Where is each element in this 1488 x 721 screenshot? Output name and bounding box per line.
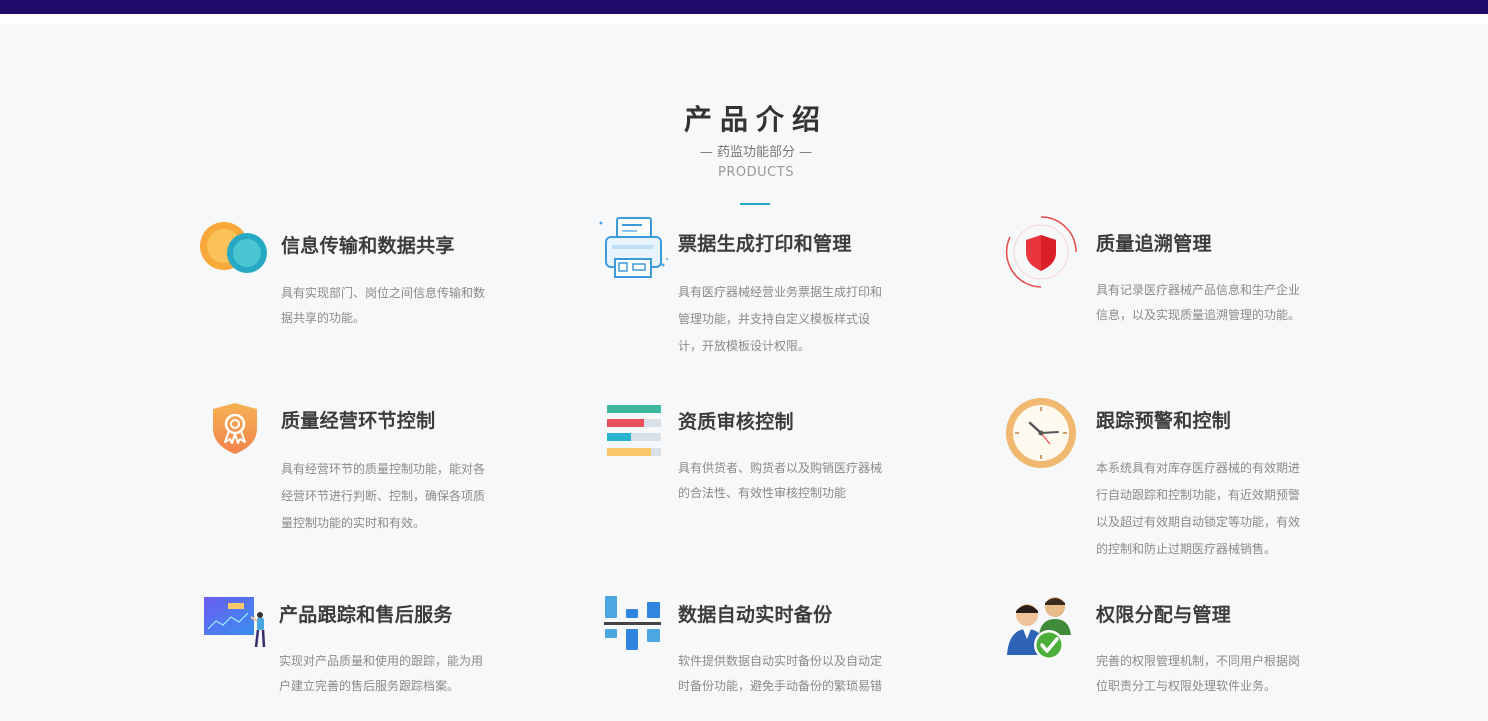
feature-description: 实现对产品质量和使用的跟踪，能为用户建立完善的售后服务跟踪档案。 bbox=[279, 654, 484, 693]
feature-title: 质量经营环节控制 bbox=[281, 410, 436, 432]
feature-description: 软件提供数据自动实时备份以及自动定时备份功能，避免手动备份的繁琐易错 bbox=[678, 654, 883, 693]
section-underline bbox=[740, 203, 770, 205]
clock-icon bbox=[1004, 396, 1076, 468]
feature-card-data-backup: 数据自动实时备份 软件提供数据自动实时备份以及自动定时备份功能，避免手动备份的繁… bbox=[604, 595, 964, 705]
feature-description: 完善的权限管理机制，不同用户根据岗位职责分工与权限处理软件业务。 bbox=[1096, 654, 1301, 693]
circles-icon bbox=[200, 218, 272, 290]
feature-card-quality-control: 质量经营环节控制 具有经营环节的质量控制功能，能对各经营环节进行判断、控制，确保… bbox=[210, 402, 570, 542]
feature-card-tracking-alert: 跟踪预警和控制 本系统具有对库存医疗器械的有效期进行自动跟踪和控制功能，有近效期… bbox=[1004, 396, 1364, 566]
feature-description: 本系统具有对库存医疗器械的有效期进行自动跟踪和控制功能，有近效期预警以及超过有效… bbox=[1096, 461, 1301, 556]
section-subtitle: — 药监功能部分 — bbox=[699, 145, 813, 160]
feature-title: 质量追溯管理 bbox=[1096, 233, 1212, 255]
feature-title: 权限分配与管理 bbox=[1096, 604, 1232, 626]
printer-icon bbox=[597, 215, 669, 287]
users-check-icon bbox=[1005, 595, 1077, 667]
feature-description: 具有供货者、购货者以及购销医疗器械的合法性、有效性审核控制功能 bbox=[678, 461, 883, 500]
top-nav-bar bbox=[0, 0, 1488, 14]
feature-card-receipt-printing: 票据生成打印和管理 具有医疗器械经营业务票据生成打印和管理功能，并支持自定义模板… bbox=[597, 215, 957, 355]
feature-card-after-sales: 产品跟踪和售后服务 实现对产品质量和使用的跟踪，能为用户建立完善的售后服务跟踪档… bbox=[203, 595, 563, 705]
feature-title: 产品跟踪和售后服务 bbox=[279, 604, 453, 626]
bar-list-icon bbox=[606, 404, 678, 476]
feature-card-info-sharing: 信息传输和数据共享 具有实现部门、岗位之间信息传输和数据共享的功能。 bbox=[200, 218, 560, 338]
feature-card-qualification-review: 资质审核控制 具有供货者、购货者以及购销医疗器械的合法性、有效性审核控制功能 bbox=[606, 404, 966, 514]
feature-description: 具有记录医疗器械产品信息和生产企业信息，以及实现质量追溯管理的功能。 bbox=[1096, 283, 1301, 322]
header-divider bbox=[0, 14, 1488, 24]
section-title: 产品介绍 bbox=[683, 103, 828, 136]
feature-description: 具有医疗器械经营业务票据生成打印和管理功能，并支持自定义模板样式设计，开放模板设… bbox=[678, 285, 883, 353]
feature-title: 票据生成打印和管理 bbox=[678, 233, 852, 255]
presentation-chart-icon bbox=[203, 595, 275, 667]
shield-icon bbox=[1004, 215, 1077, 288]
backup-blocks-icon bbox=[604, 595, 676, 667]
section-subtitle-en: PRODUCTS bbox=[718, 165, 794, 180]
feature-title: 跟踪预警和控制 bbox=[1096, 410, 1232, 432]
award-badge-icon bbox=[210, 402, 282, 474]
feature-description: 具有经营环节的质量控制功能，能对各经营环节进行判断、控制，确保各项质量控制功能的… bbox=[281, 462, 486, 530]
feature-description: 具有实现部门、岗位之间信息传输和数据共享的功能。 bbox=[281, 286, 486, 325]
feature-title: 数据自动实时备份 bbox=[678, 604, 833, 626]
feature-card-quality-tracing: 质量追溯管理 具有记录医疗器械产品信息和生产企业信息，以及实现质量追溯管理的功能… bbox=[1004, 215, 1364, 335]
feature-title: 信息传输和数据共享 bbox=[281, 235, 455, 257]
feature-card-permission: 权限分配与管理 完善的权限管理机制，不同用户根据岗位职责分工与权限处理软件业务。 bbox=[1005, 595, 1365, 705]
feature-title: 资质审核控制 bbox=[678, 411, 794, 433]
